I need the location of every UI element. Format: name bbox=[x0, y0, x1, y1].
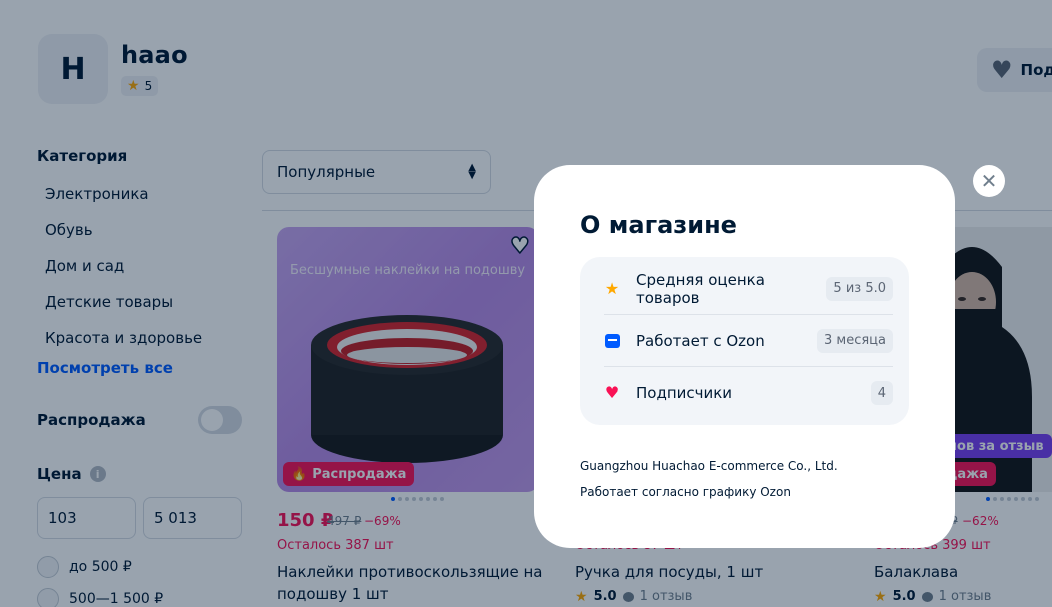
stat-row-since: Работает с Ozon 3 месяца bbox=[604, 315, 893, 367]
stat-value: 4 bbox=[870, 381, 893, 405]
company-name: Guangzhou Huachao E-commerce Co., Ltd. bbox=[580, 459, 838, 473]
stat-row-rating: ★ Средняя оценка товаров 5 из 5.0 bbox=[604, 263, 893, 315]
schedule-info: Работает согласно графику Ozon bbox=[580, 485, 791, 499]
shop-page: H haao ★ 5 ♥ Под Категория Электроника О… bbox=[0, 0, 1052, 607]
stat-label: Подписчики bbox=[636, 384, 733, 402]
stat-row-subscribers: ♥ Подписчики 4 bbox=[604, 367, 893, 419]
stat-value: 3 месяца bbox=[817, 328, 893, 353]
about-shop-modal: О магазине ★ Средняя оценка товаров 5 из… bbox=[534, 165, 955, 548]
close-icon[interactable]: ✕ bbox=[973, 165, 1005, 197]
stat-value: 5 из 5.0 bbox=[826, 276, 893, 301]
modal-title: О магазине bbox=[580, 211, 737, 239]
stat-label: Средняя оценка товаров bbox=[636, 270, 765, 307]
shop-stats-panel: ★ Средняя оценка товаров 5 из 5.0 Работа… bbox=[580, 257, 909, 425]
stat-label: Работает с Ozon bbox=[636, 331, 765, 350]
star-icon: ★ bbox=[604, 278, 620, 298]
calendar-icon bbox=[604, 333, 620, 348]
heart-icon: ♥ bbox=[604, 383, 620, 402]
